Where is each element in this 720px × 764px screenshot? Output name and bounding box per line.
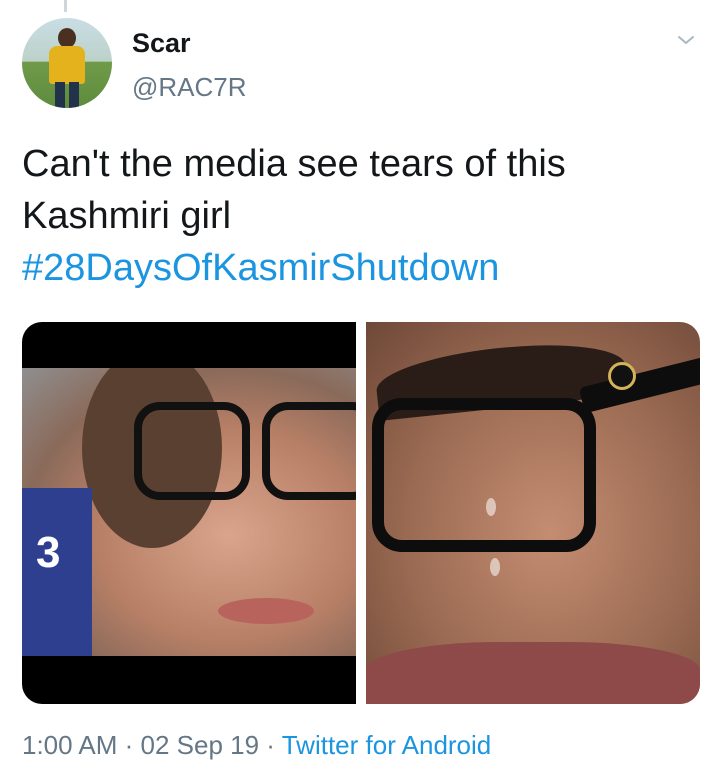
tweet-date: 02 Sep 19 [140,730,260,760]
tweet-header: Scar @RAC7R [22,18,702,108]
glasses-logo [608,362,636,390]
tear-drop [486,498,496,516]
avatar[interactable] [22,18,112,108]
hashtag-link[interactable]: #28DaysOfKasmirShutdown [22,247,499,289]
avatar-leg-left [55,82,65,108]
user-handle[interactable]: @RAC7R [132,72,247,103]
tweet-text: Can't the media see tears of this Kashmi… [22,138,702,294]
meta-separator: · [259,730,282,760]
glasses-frame [372,398,596,552]
media-grid: 3 [22,322,700,704]
glasses-lens-right [262,402,356,500]
tear-drop [490,558,500,576]
tweet-meta: 1:00 AM · 02 Sep 19 · Twitter for Androi… [22,730,491,761]
photo-left-mouth [218,598,314,624]
glasses-lens-left [134,402,250,500]
media-photo-right[interactable] [366,322,700,704]
tweet-text-line-1: Can't the media see tears of this [22,143,566,185]
chevron-down-icon[interactable] [674,28,698,52]
avatar-leg-right [69,82,79,108]
photo-left-jersey: 3 [22,488,92,656]
avatar-head [58,28,76,48]
photo-right-lip [366,642,700,704]
photo-left-content: 3 [22,368,356,656]
tweet-time: 1:00 AM [22,730,118,760]
media-photo-left[interactable]: 3 [22,322,356,704]
avatar-torso [49,46,85,84]
display-name[interactable]: Scar [132,28,191,59]
meta-separator: · [117,730,141,760]
tweet-source-link[interactable]: Twitter for Android [282,730,492,760]
tweet-text-line-2: Kashmiri girl [22,195,232,237]
jersey-number: 3 [36,528,61,577]
thread-connector-line [64,0,67,12]
